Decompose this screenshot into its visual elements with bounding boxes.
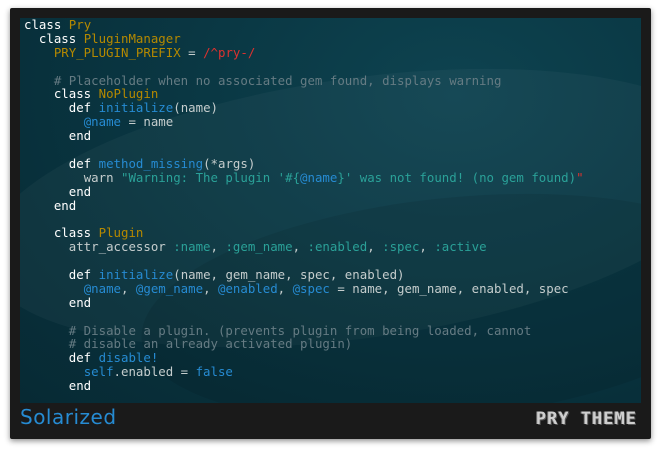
code-block: class Pry class PluginManager PRY_PLUGIN… [20, 18, 641, 393]
string-literal: "Warning: The plugin '#{ [121, 169, 301, 185]
assignment: .enabled = [113, 364, 196, 380]
keyword: class [24, 18, 62, 32]
code-line-27: end [24, 379, 641, 393]
keyword: end [68, 294, 92, 310]
comma: , [277, 280, 293, 296]
code-line-16: class Plugin [24, 226, 641, 240]
code-editor[interactable]: class Pry class PluginManager PRY_PLUGIN… [20, 18, 641, 403]
method-args: (*args) [203, 155, 256, 171]
method-args: (name, gem_name, spec, enabled) [173, 267, 405, 283]
keyword: def [68, 350, 92, 366]
comma: , [210, 239, 226, 255]
class-name: Pry [68, 18, 92, 32]
method-name: disable! [98, 350, 159, 366]
self-keyword: self [83, 364, 114, 380]
string-literal: }' was not found! (no gem found) [337, 169, 577, 185]
keyword: def [68, 100, 92, 116]
keyword: end [53, 197, 77, 213]
assignment: = name [121, 114, 174, 130]
symbol: :enabled [307, 239, 368, 255]
comma: , [292, 239, 308, 255]
code-line-13: end [24, 183, 641, 199]
code-line-25: def disable! [24, 351, 641, 365]
keyword: class [53, 86, 92, 102]
keyword: def [68, 267, 92, 283]
theme-name-label: Solarized [20, 405, 117, 429]
code-line-24: # disable an already activated plugin) [24, 337, 641, 351]
code-line-3: PRY_PLUGIN_PREFIX = /^pry-/ [24, 44, 641, 60]
code-line-26: self.enabled = false [24, 365, 641, 379]
string-delimiter: " [576, 169, 584, 185]
method-name: method_missing [98, 155, 204, 171]
code-line-11: def method_missing(*args) [24, 155, 641, 171]
footer-bar: Solarized PRY THEME [20, 403, 641, 433]
comment: # Placeholder when no associated gem fou… [53, 72, 502, 88]
regex-literal: /^pry-/ [203, 44, 256, 60]
symbol: :name [173, 239, 211, 255]
code-line-20: @name, @gem_name, @enabled, @spec = name… [24, 280, 641, 296]
class-name: PluginManager [83, 30, 181, 46]
code-line-1: class Pry [24, 18, 641, 32]
symbol: :gem_name [225, 239, 293, 255]
boolean-literal: false [195, 364, 233, 380]
instance-variable: @name [83, 280, 121, 296]
code-line-8: @name = name [24, 115, 641, 129]
code-line-5: # Placeholder when no associated gem fou… [24, 72, 641, 88]
class-name: Plugin [98, 225, 144, 241]
code-line-21: end [24, 294, 641, 310]
pry-theme-logo: PRY THEME [535, 409, 637, 429]
window-frame: class Pry class PluginManager PRY_PLUGIN… [10, 8, 651, 439]
operator: = [180, 44, 204, 60]
instance-variable: @enabled [217, 280, 278, 296]
method-call: attr_accessor [68, 239, 174, 255]
keyword: end [68, 128, 92, 144]
code-line-6: class NoPlugin [24, 87, 641, 101]
instance-variable: @name [300, 169, 338, 185]
comma: , [419, 239, 435, 255]
code-line-19: def initialize(name, gem_name, spec, ena… [24, 268, 641, 282]
method-name: initialize [98, 267, 174, 283]
comment: # disable an already activated plugin) [68, 336, 353, 352]
keyword: end [68, 378, 92, 394]
method-args: (name) [173, 100, 218, 116]
keyword: end [68, 183, 92, 199]
code-line-14: end [24, 197, 641, 213]
code-line-23: # Disable a plugin. (prevents plugin fro… [24, 322, 641, 338]
symbol: :spec [382, 239, 420, 255]
comma: , [121, 280, 136, 296]
constant: PRY_PLUGIN_PREFIX [53, 44, 181, 60]
comment: # Disable a plugin. (prevents plugin fro… [68, 322, 532, 338]
code-line-7: def initialize(name) [24, 101, 641, 115]
comma: , [367, 239, 383, 255]
code-line-17: attr_accessor :name, :gem_name, :enabled… [24, 240, 641, 254]
code-line-2: class PluginManager [24, 30, 641, 46]
method-call: warn [83, 169, 121, 185]
code-line-12: warn "Warning: The plugin '#{@name}' was… [24, 169, 641, 185]
instance-variable: @gem_name [135, 280, 204, 296]
instance-variable: @name [83, 114, 121, 130]
method-name: initialize [98, 100, 174, 116]
code-line-9: end [24, 129, 641, 143]
keyword: class [38, 30, 77, 46]
keyword: class [53, 225, 92, 241]
comma: , [203, 280, 218, 296]
instance-variable: @spec [292, 280, 330, 296]
class-name: NoPlugin [98, 86, 159, 102]
keyword: def [68, 155, 92, 171]
symbol: :active [434, 239, 487, 255]
assignment: = name, gem_name, enabled, spec [329, 280, 569, 296]
